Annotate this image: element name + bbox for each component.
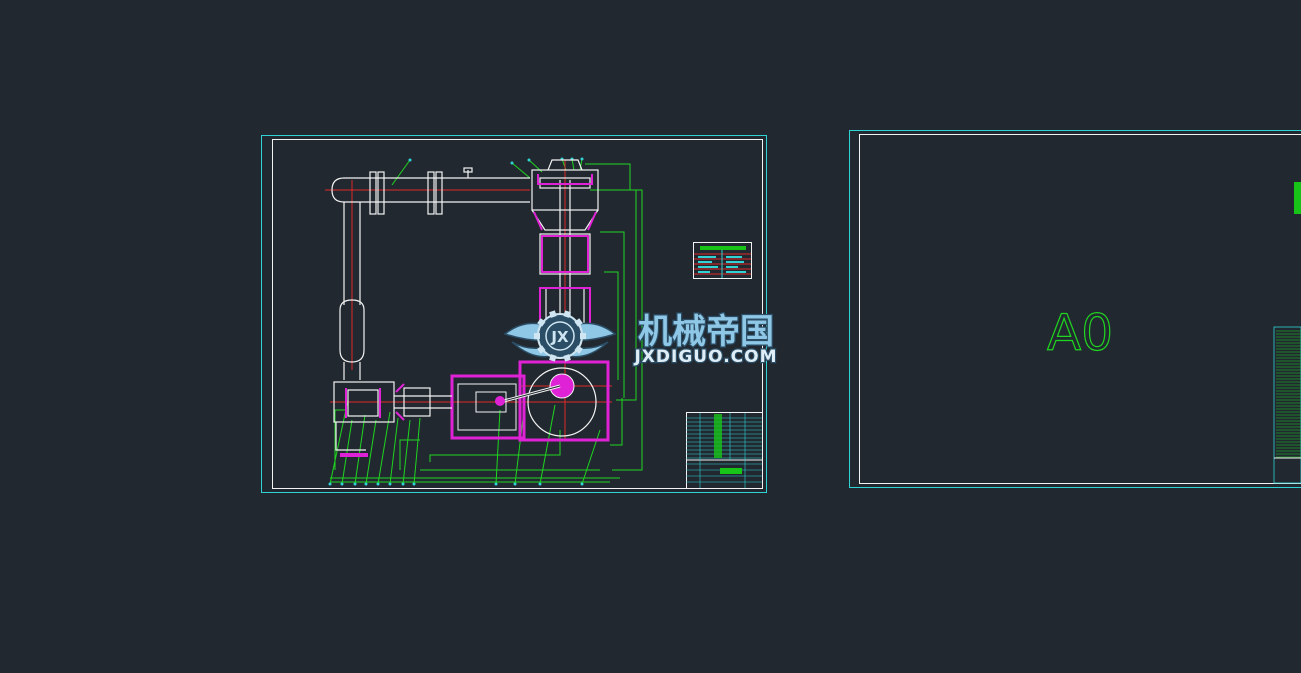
watermark-domain-text: JXDIGUO.COM [633, 347, 777, 367]
a0-sheet[interactable]: A0 [849, 130, 1301, 488]
gear-tooth [580, 333, 586, 339]
drawing-canvas[interactable]: A0 JX 机械帝国 JXDIGUO.COM [0, 0, 1301, 673]
watermark-badge-text: JX [550, 328, 569, 346]
leader-lines [329, 158, 643, 485]
gear-tooth [534, 333, 540, 339]
watermark-logo: JX 机械帝国 JXDIGUO.COM [503, 310, 778, 368]
title-block [686, 412, 763, 489]
watermark-chinese-text: 机械帝国 [638, 312, 774, 352]
a0-sheet-label: A0 [1047, 304, 1113, 362]
cad-model-space[interactable]: A0 JX 机械帝国 JXDIGUO.COM [0, 0, 1301, 673]
a0-partial-title-block [1273, 326, 1301, 484]
piping-geometry [331, 167, 530, 380]
crankcase [450, 360, 610, 442]
a0-partial-table [1294, 182, 1301, 214]
technical-spec-table [693, 242, 752, 279]
horizontal-cylinder [333, 381, 452, 451]
